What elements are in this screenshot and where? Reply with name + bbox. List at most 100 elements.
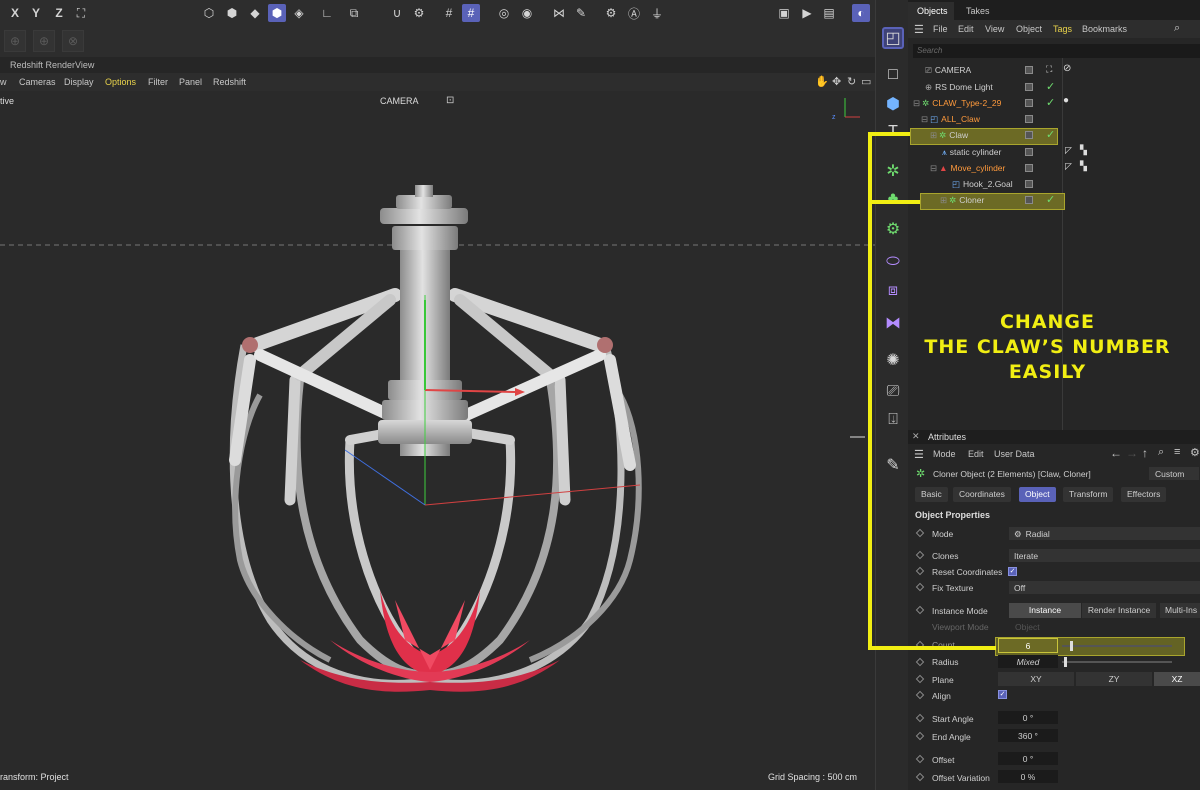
menu-cameras[interactable]: Cameras: [19, 77, 56, 87]
end-angle-input[interactable]: 360 °: [998, 729, 1058, 742]
forward-arrow-icon[interactable]: →: [1126, 446, 1138, 460]
collapse-icon[interactable]: ⊟: [913, 98, 920, 109]
tab-basic[interactable]: Basic: [915, 487, 948, 502]
attr-menu-edit[interactable]: Edit: [968, 449, 984, 459]
obj-menu-file[interactable]: File: [933, 24, 948, 34]
menu-panel[interactable]: Panel: [179, 77, 202, 87]
tree-row-move-cylinder[interactable]: ⊟ ▲ Move_cylinder: [930, 160, 1005, 176]
instance-mode-multi[interactable]: Multi-Ins: [1160, 603, 1200, 618]
attr-menu-user-data[interactable]: User Data: [994, 449, 1035, 459]
protection-tag-icon[interactable]: ⊘: [1063, 63, 1071, 74]
visibility-toggle[interactable]: [1025, 180, 1033, 188]
enabled-check-icon[interactable]: ✓: [1046, 96, 1055, 109]
reset-coords-checkbox[interactable]: ✓: [1008, 567, 1017, 576]
tree-row-claw-type[interactable]: ⊟ ✲ CLAW_Type-2_29: [913, 95, 1001, 111]
menu-redshift[interactable]: Redshift: [213, 77, 246, 87]
visibility-toggle[interactable]: [1025, 148, 1033, 156]
start-angle-input[interactable]: 0 °: [998, 711, 1058, 724]
collapse-icon[interactable]: ⊟: [921, 114, 928, 125]
tree-row-claw[interactable]: ⊞ ✲ Claw: [930, 127, 968, 143]
object-mode-icon[interactable]: ◈: [290, 4, 308, 22]
tab-transform[interactable]: Transform: [1063, 487, 1114, 502]
axis-y-toggle[interactable]: Y: [27, 4, 45, 22]
visibility-toggle[interactable]: [1025, 164, 1033, 172]
plane-xz[interactable]: XZ: [1154, 672, 1200, 686]
offset-input[interactable]: 0 °: [998, 752, 1058, 765]
material-tag-icon[interactable]: ●: [1063, 95, 1069, 106]
enabled-check-icon[interactable]: ✓: [1046, 193, 1055, 206]
add-dup-icon[interactable]: ⊕: [33, 30, 55, 52]
grid-snap-icon[interactable]: #: [462, 4, 480, 22]
filter-icon[interactable]: ≡: [1174, 446, 1180, 458]
menu-view[interactable]: w: [0, 77, 7, 87]
tree-row-cloner[interactable]: ⊞ ✲ Cloner: [940, 192, 984, 208]
menu-display[interactable]: Display: [64, 77, 94, 87]
expand-icon[interactable]: ⊞: [940, 195, 947, 206]
tree-row-camera[interactable]: ⎚ CAMERA: [925, 62, 971, 78]
tab-objects[interactable]: Objects: [917, 6, 948, 16]
visibility-toggle[interactable]: [1025, 196, 1033, 204]
grid-icon[interactable]: #: [440, 4, 458, 22]
close-icon[interactable]: ✕: [912, 431, 920, 442]
symmetry-icon[interactable]: ⋈: [550, 4, 568, 22]
rotate-view-icon[interactable]: ↻: [847, 75, 856, 88]
snap-magnet-icon[interactable]: ∪: [388, 4, 406, 22]
mode-dropdown[interactable]: ⚙ Radial: [1009, 527, 1200, 540]
count-input[interactable]: 6: [998, 638, 1058, 653]
cube-solid-icon[interactable]: ◆: [246, 4, 264, 22]
axis-x-toggle[interactable]: X: [6, 4, 24, 22]
obj-menu-tags[interactable]: Tags: [1053, 24, 1072, 34]
offset-variation-input[interactable]: 0 %: [998, 770, 1058, 783]
attr-menu-mode[interactable]: Mode: [933, 449, 956, 459]
tree-row-all-claw[interactable]: ⊟ ◰ ALL_Claw: [921, 111, 980, 127]
visibility-toggle[interactable]: [1025, 83, 1033, 91]
maximize-view-icon[interactable]: ▭: [861, 75, 871, 88]
plug-icon[interactable]: ⏚: [648, 4, 666, 22]
snap-settings-icon[interactable]: ⚙: [410, 4, 428, 22]
tab-effectors[interactable]: Effectors: [1121, 487, 1167, 502]
hamburger-menu-icon[interactable]: ☰: [914, 23, 924, 36]
menu-options[interactable]: Options: [105, 77, 136, 87]
radius-input[interactable]: Mixed: [998, 655, 1058, 668]
obj-menu-view[interactable]: View: [985, 24, 1004, 34]
move-view-icon[interactable]: ✥: [832, 75, 841, 88]
tab-object[interactable]: Object: [1019, 487, 1056, 502]
axis-mode-icon[interactable]: ∟: [318, 4, 336, 22]
settings-gear-icon[interactable]: ⚙: [602, 4, 620, 22]
camera-lock-icon[interactable]: ⊡: [446, 95, 454, 106]
count-slider-handle[interactable]: [1070, 641, 1073, 651]
cloner-icon[interactable]: ✲: [882, 160, 904, 182]
search-icon[interactable]: ⌕: [1158, 446, 1164, 459]
render-active-icon[interactable]: ▶: [798, 4, 816, 22]
null-object-icon[interactable]: ◰: [882, 27, 904, 49]
up-arrow-icon[interactable]: ↑: [1142, 446, 1148, 460]
bend-deformer-icon[interactable]: ⧈: [882, 280, 904, 302]
workplane-icon[interactable]: ⧉: [345, 4, 363, 22]
back-arrow-icon[interactable]: ←: [1110, 446, 1122, 460]
plane-xy[interactable]: XY: [998, 672, 1074, 686]
ik-tag-icon[interactable]: ◸: [1065, 161, 1072, 172]
menu-filter[interactable]: Filter: [148, 77, 168, 87]
ik-tag-icon[interactable]: ◸: [1065, 145, 1072, 156]
settings-icon[interactable]: ⚙: [1190, 446, 1200, 459]
hamburger-menu-icon[interactable]: ☰: [914, 448, 924, 461]
count-slider-track[interactable]: [1062, 641, 1172, 651]
render-settings-icon[interactable]: ▤: [820, 4, 838, 22]
axis-z-toggle[interactable]: Z: [50, 4, 68, 22]
coordinate-system-icon[interactable]: ⛶: [72, 4, 90, 22]
cube-outline-icon[interactable]: ⬡: [200, 4, 218, 22]
tab-takes[interactable]: Takes: [966, 6, 990, 16]
clones-dropdown[interactable]: Iterate: [1009, 549, 1200, 562]
instance-mode-instance[interactable]: Instance: [1009, 603, 1081, 618]
checker-tag-icon[interactable]: ▚: [1080, 161, 1087, 172]
target-icon[interactable]: ◉: [518, 4, 536, 22]
enabled-check-icon[interactable]: ✓: [1046, 128, 1055, 141]
fix-texture-dropdown[interactable]: Off: [1009, 581, 1200, 594]
cube-icon[interactable]: ⬢: [882, 93, 904, 115]
light-icon[interactable]: ✺: [882, 349, 904, 371]
paint-icon[interactable]: ✎: [572, 4, 590, 22]
effector-gear-icon[interactable]: ⚙: [882, 218, 904, 240]
tree-row-dome-light[interactable]: ⊕ RS Dome Light: [925, 79, 993, 95]
3d-viewport[interactable]: z: [0, 91, 875, 790]
radius-slider-handle[interactable]: [1064, 657, 1067, 667]
